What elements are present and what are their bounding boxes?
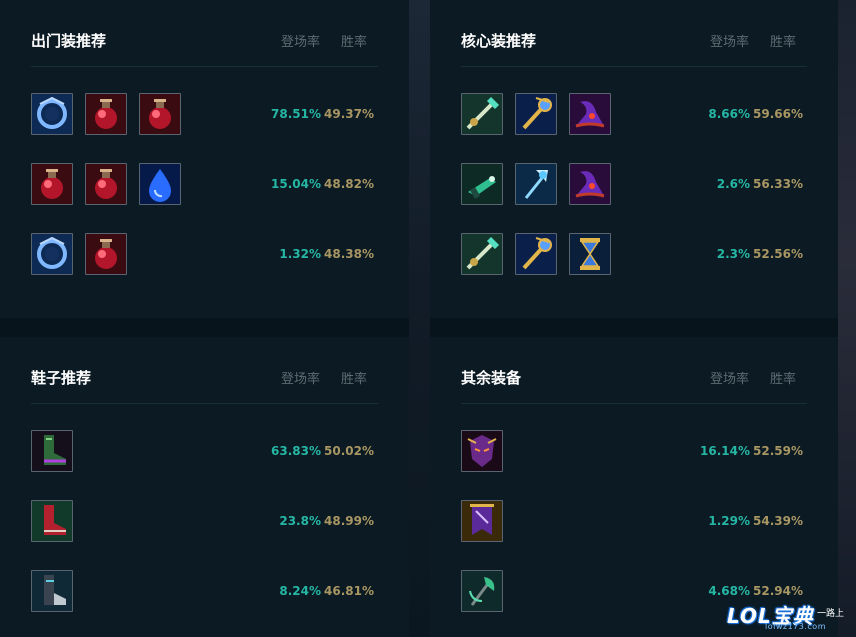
pick-rate-value: 8.66% xyxy=(708,107,750,121)
win-rate-value: 48.38% xyxy=(324,247,374,261)
purple-banner-icon[interactable] xyxy=(461,500,503,542)
build-row[interactable]: 16.14% 52.59% xyxy=(461,430,807,474)
build-row[interactable]: 8.24% 46.81% xyxy=(31,570,378,614)
panel-starter: 出门装推荐 登场率 胜率 78.51% 49.37% 15.04% 48.82% 1.32% 4… xyxy=(0,0,409,318)
hourglass-icon[interactable] xyxy=(569,233,611,275)
win-rate-value: 48.99% xyxy=(324,514,374,528)
pick-rate-value: 16.14% xyxy=(700,444,750,458)
win-rate-value: 54.39% xyxy=(753,514,803,528)
red-boots-icon[interactable] xyxy=(31,500,73,542)
background-art-strip-right xyxy=(838,0,856,637)
win-rate-value: 59.66% xyxy=(753,107,803,121)
build-row[interactable]: 78.51% 49.37% xyxy=(31,93,378,137)
build-row[interactable]: 1.32% 48.38% xyxy=(31,233,378,277)
green-gun-icon[interactable] xyxy=(461,163,503,205)
purple-hat-icon[interactable] xyxy=(569,93,611,135)
watermark-tag: 一路上 xyxy=(817,609,845,619)
shield-ring-icon[interactable] xyxy=(31,233,73,275)
column-header-win-rate[interactable]: 胜率 xyxy=(770,368,796,387)
red-potion-icon[interactable] xyxy=(85,163,127,205)
build-row[interactable]: 1.29% 54.39% xyxy=(461,500,807,544)
panel-header: 其余装备 登场率 胜率 xyxy=(461,365,807,404)
build-row[interactable]: 63.83% 50.02% xyxy=(31,430,378,474)
green-boots-icon[interactable] xyxy=(31,430,73,472)
build-row[interactable]: 23.8% 48.99% xyxy=(31,500,378,544)
golden-scepter-icon[interactable] xyxy=(515,233,557,275)
background-art-strip xyxy=(409,0,430,637)
build-row[interactable]: 2.6% 56.33% xyxy=(461,163,807,207)
panel-header: 核心装推荐 登场率 胜率 xyxy=(461,28,807,67)
golden-scepter-icon[interactable] xyxy=(515,93,557,135)
win-rate-value: 50.02% xyxy=(324,444,374,458)
column-header-win-rate[interactable]: 胜率 xyxy=(341,368,367,387)
win-rate-value: 52.59% xyxy=(753,444,803,458)
purple-hat-icon[interactable] xyxy=(569,163,611,205)
win-rate-value: 52.94% xyxy=(753,584,803,598)
green-axe-icon[interactable] xyxy=(461,570,503,612)
shield-ring-icon[interactable] xyxy=(31,93,73,135)
pick-rate-value: 2.6% xyxy=(716,177,750,191)
build-row[interactable]: 8.66% 59.66% xyxy=(461,93,807,137)
panel-title: 鞋子推荐 xyxy=(31,369,92,387)
win-rate-value: 52.56% xyxy=(753,247,803,261)
column-header-win-rate[interactable]: 胜率 xyxy=(770,31,796,50)
win-rate-value: 49.37% xyxy=(324,107,374,121)
column-header-pick-rate[interactable]: 登场率 xyxy=(710,31,749,50)
win-rate-value: 48.82% xyxy=(324,177,374,191)
watermark: LOL宝典 一路上 lolwz173.com xyxy=(727,598,856,637)
panel-header: 鞋子推荐 登场率 胜率 xyxy=(31,365,378,404)
win-rate-value: 56.33% xyxy=(753,177,803,191)
pick-rate-value: 2.3% xyxy=(716,247,750,261)
red-potion-icon[interactable] xyxy=(31,163,73,205)
win-rate-value: 46.81% xyxy=(324,584,374,598)
red-potion-icon[interactable] xyxy=(85,233,127,275)
panel-title: 核心装推荐 xyxy=(461,32,537,50)
panel-core: 核心装推荐 登场率 胜率 8.66% 59.66% 2.6% 56.33% 2.3% 52.56… xyxy=(430,0,838,318)
pick-rate-value: 1.32% xyxy=(279,247,321,261)
steel-boots-icon[interactable] xyxy=(31,570,73,612)
panel-title: 出门装推荐 xyxy=(31,32,107,50)
build-row[interactable]: 2.3% 52.56% xyxy=(461,233,807,277)
panel-title: 其余装备 xyxy=(461,369,522,387)
pick-rate-value: 8.24% xyxy=(279,584,321,598)
pick-rate-value: 15.04% xyxy=(271,177,321,191)
dark-mask-icon[interactable] xyxy=(461,430,503,472)
build-row[interactable]: 15.04% 48.82% xyxy=(31,163,378,207)
column-header-pick-rate[interactable]: 登场率 xyxy=(281,31,320,50)
blue-tear-icon[interactable] xyxy=(139,163,181,205)
pick-rate-value: 1.29% xyxy=(708,514,750,528)
column-header-win-rate[interactable]: 胜率 xyxy=(341,31,367,50)
pick-rate-value: 23.8% xyxy=(279,514,321,528)
panel-boots: 鞋子推荐 登场率 胜率 63.83% 50.02% 23.8% 48.99% 8.24% 46.… xyxy=(0,337,409,637)
panel-other: 其余装备 登场率 胜率 16.14% 52.59% 1.29% 54.39% 4.68% 52.… xyxy=(430,337,838,637)
pick-rate-value: 78.51% xyxy=(271,107,321,121)
column-header-pick-rate[interactable]: 登场率 xyxy=(710,368,749,387)
red-potion-icon[interactable] xyxy=(85,93,127,135)
column-header-pick-rate[interactable]: 登场率 xyxy=(281,368,320,387)
trident-staff-icon[interactable] xyxy=(461,233,503,275)
trident-staff-icon[interactable] xyxy=(461,93,503,135)
pick-rate-value: 63.83% xyxy=(271,444,321,458)
panel-header: 出门装推荐 登场率 胜率 xyxy=(31,28,378,67)
ice-staff-icon[interactable] xyxy=(515,163,557,205)
watermark-url: lolwz173.com xyxy=(765,622,826,631)
red-potion-icon[interactable] xyxy=(139,93,181,135)
pick-rate-value: 4.68% xyxy=(708,584,750,598)
